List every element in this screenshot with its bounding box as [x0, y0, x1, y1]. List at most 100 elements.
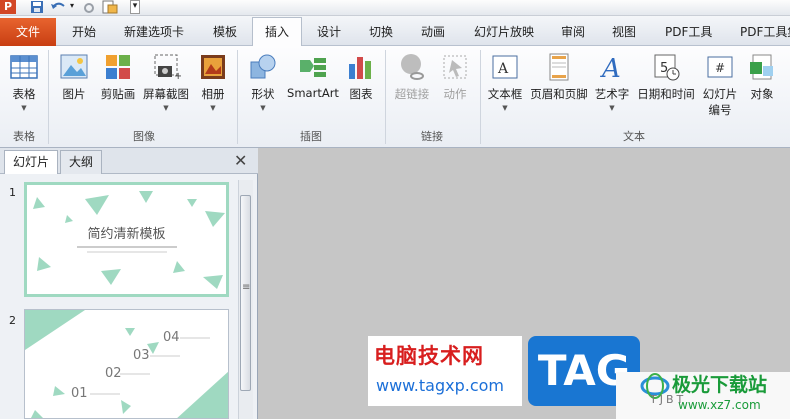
chevron-down-icon: ▼ — [502, 104, 508, 112]
slide-number-icon: # — [707, 56, 733, 78]
chevron-down-icon: ▼ — [609, 104, 615, 112]
tab-new-tab[interactable]: 新建选项卡 — [124, 23, 184, 40]
shapes-button[interactable]: 形状 ▼ — [244, 52, 282, 112]
object-button[interactable]: 对象 — [744, 52, 780, 102]
shapes-icon — [250, 54, 276, 79]
slide-number-button[interactable]: # 幻灯片 编号 — [700, 52, 740, 118]
album-label: 相册 — [201, 87, 225, 101]
tab-slides[interactable]: 幻灯片 — [4, 150, 59, 174]
xz-watermark-url: www.xz7.com — [678, 398, 761, 412]
group-label-image: 图像 — [133, 130, 155, 143]
textbox-label: 文本框 — [487, 87, 523, 101]
shapes-label: 形状 — [251, 87, 275, 101]
textbox-icon: A — [492, 55, 518, 79]
group-label-table: 表格 — [13, 130, 35, 143]
textbox-button[interactable]: A 文本框 ▼ — [484, 52, 526, 112]
slide-2-label-04: 04 — [163, 330, 180, 345]
svg-text:A: A — [497, 61, 509, 77]
hyperlink-button[interactable]: 超链接 — [390, 52, 434, 102]
tab-template[interactable]: 模板 — [213, 23, 237, 40]
group-label-text: 文本 — [623, 130, 645, 143]
table-icon — [10, 55, 38, 79]
clipart-button[interactable]: 剪贴画 — [97, 52, 139, 102]
slide-2-decoration — [25, 310, 228, 418]
bar-chart-icon — [349, 57, 371, 79]
customize-icon[interactable]: ▾ — [130, 0, 140, 14]
chevron-down-icon: ▼ — [163, 104, 169, 112]
wordart-icon: A — [600, 54, 621, 82]
picture-button[interactable]: 图片 — [56, 52, 92, 102]
chevron-down-icon: ▼ — [21, 104, 27, 112]
action-icon — [443, 55, 467, 79]
datetime-button[interactable]: 5 日期和时间 — [634, 52, 698, 102]
svg-text:+: + — [174, 71, 181, 82]
screenshot-button[interactable]: + 屏幕截图 ▼ — [141, 52, 191, 112]
hyperlink-label: 超链接 — [394, 87, 430, 101]
table-label: 表格 — [12, 87, 36, 101]
tab-animations[interactable]: 动画 — [421, 23, 445, 40]
screenshot-icon: + — [154, 54, 181, 82]
close-icon[interactable]: ✕ — [234, 151, 247, 170]
grip-icon: ≡ — [242, 282, 251, 293]
tab-outline[interactable]: 大纲 — [60, 150, 103, 174]
datetime-label: 日期和时间 — [637, 87, 695, 101]
scrollbar-thumb[interactable]: ≡ — [240, 195, 251, 391]
object-label: 对象 — [750, 87, 774, 101]
table-button[interactable]: 表格 ▼ — [4, 52, 44, 112]
slide-thumbnail-2[interactable]: 04 03 02 01 — [24, 309, 229, 419]
tab-slideshow[interactable]: 幻灯片放映 — [474, 23, 534, 40]
chart-label: 图表 — [349, 87, 373, 101]
screenshot-label: 屏幕截图 — [143, 87, 189, 101]
smartart-button[interactable]: SmartArt — [285, 52, 341, 100]
tab-insert[interactable]: 插入 — [252, 17, 302, 47]
wordart-button[interactable]: A 艺术字 ▼ — [592, 52, 632, 112]
tab-pdf-toolset[interactable]: PDF工具集 — [740, 23, 790, 40]
slide-panel: 幻灯片 大纲 ✕ 1 简约清新模板 2 04 03 02 01 — [0, 148, 258, 419]
tab-file[interactable]: 文件 — [0, 18, 56, 46]
panel-tab-strip: 幻灯片 大纲 ✕ — [0, 148, 258, 174]
undo-icon[interactable] — [50, 0, 68, 14]
calendar-clock-icon: 5 — [654, 54, 680, 81]
album-button[interactable]: 相册 ▼ — [196, 52, 230, 112]
action-button[interactable]: 动作 — [437, 52, 473, 102]
slide-number-2: 2 — [9, 314, 16, 327]
header-footer-button[interactable]: 页眉和页脚 — [528, 52, 590, 102]
redo-icon[interactable] — [82, 0, 96, 14]
picture-label: 图片 — [62, 87, 86, 101]
tab-transitions[interactable]: 切换 — [369, 23, 393, 40]
chevron-down-icon: ▼ — [210, 104, 216, 112]
object-icon — [750, 54, 773, 80]
globe-link-icon — [401, 54, 424, 80]
tjbt-text: TJBT — [650, 393, 687, 406]
tab-pdf-tools[interactable]: PDF工具 — [665, 23, 712, 40]
tab-design[interactable]: 设计 — [317, 23, 341, 40]
smartart-icon — [300, 58, 326, 77]
title-bar: P ▾ ▾ — [0, 0, 790, 16]
tab-review[interactable]: 审阅 — [561, 23, 585, 40]
chart-button[interactable]: 图表 — [345, 52, 377, 102]
chevron-down-icon: ▼ — [260, 104, 266, 112]
tab-view[interactable]: 视图 — [612, 23, 636, 40]
group-label-illustration: 插图 — [300, 130, 322, 143]
slide-number-1: 1 — [9, 186, 16, 199]
slide-1-title: 简约清新模板 — [87, 227, 166, 242]
picture-icon — [60, 54, 88, 79]
svg-text:#: # — [715, 61, 725, 75]
slide-2-label-03: 03 — [133, 348, 150, 363]
watermark-url: www.tagxp.com — [376, 376, 504, 395]
header-footer-icon — [549, 53, 569, 81]
undo-dropdown-icon[interactable]: ▾ — [70, 1, 74, 15]
slide-number-label-line1: 幻灯片 — [702, 87, 738, 101]
ribbon-tab-bar: 开始 新建选项卡 模板 设计 切换 动画 幻灯片放映 审阅 视图 PDF工具 P… — [0, 16, 790, 46]
header-footer-label: 页眉和页脚 — [530, 87, 588, 101]
clipart-label: 剪贴画 — [100, 87, 136, 101]
new-slide-icon[interactable] — [102, 0, 118, 14]
save-icon[interactable] — [30, 0, 44, 14]
slide-thumbnail-1[interactable]: 简约清新模板 — [24, 182, 229, 297]
wordart-label: 艺术字 — [594, 87, 630, 101]
tab-home[interactable]: 开始 — [72, 23, 96, 40]
svg-text:A: A — [600, 54, 621, 82]
action-label: 动作 — [443, 87, 467, 101]
xz-watermark-title: 极光下载站 — [672, 374, 768, 396]
app-icon[interactable]: P — [0, 0, 16, 14]
